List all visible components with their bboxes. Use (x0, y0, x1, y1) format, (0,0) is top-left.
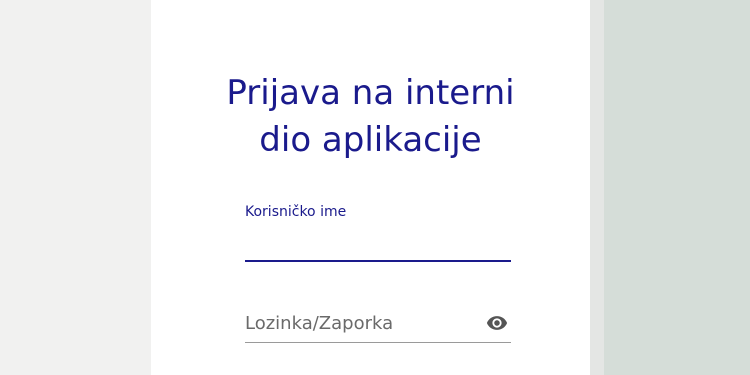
page-title: Prijava na interni dio aplikacije (151, 70, 590, 164)
page-title-line-2: dio aplikacije (259, 120, 482, 160)
background-side-panel (590, 0, 750, 375)
eye-icon[interactable] (483, 312, 511, 334)
login-card: Prijava na interni dio aplikacije Korisn… (151, 0, 590, 375)
username-input[interactable] (245, 230, 511, 256)
password-field[interactable] (245, 306, 511, 343)
username-label: Korisničko ime (245, 204, 347, 220)
username-field[interactable]: Korisničko ime (245, 204, 511, 262)
background-side-panel-edge (590, 0, 604, 375)
password-input[interactable] (245, 310, 475, 336)
login-page: Prijava na interni dio aplikacije Korisn… (0, 0, 750, 375)
page-title-line-1: Prijava na interni (226, 73, 515, 113)
